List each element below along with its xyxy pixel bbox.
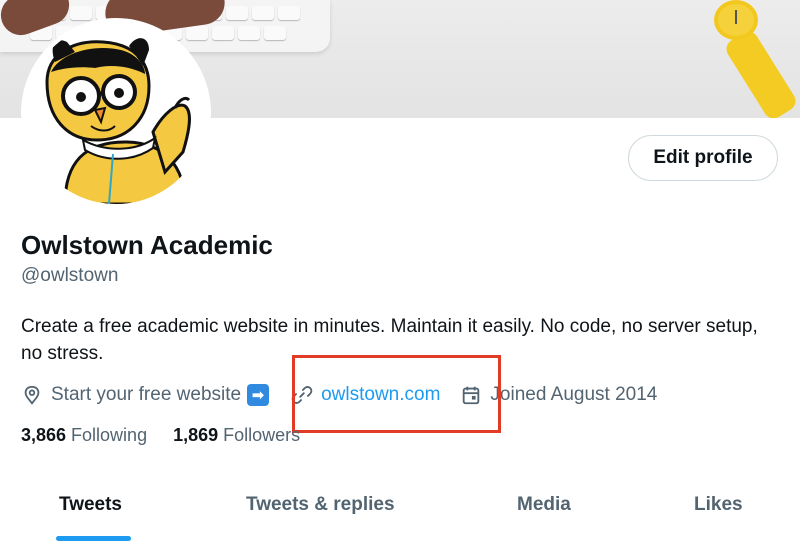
tab-tweets-replies[interactable]: Tweets & replies	[246, 494, 395, 516]
tab-tweets[interactable]: Tweets	[59, 494, 122, 516]
owl-mascot-icon	[45, 38, 191, 204]
following-count: 3,866	[21, 425, 67, 445]
followers-count: 1,869	[173, 425, 219, 445]
profile-display-name: Owlstown Academic	[21, 230, 273, 260]
following-label: Following	[71, 425, 148, 445]
profile-avatar[interactable]	[21, 18, 211, 208]
watch-graphic	[714, 0, 758, 40]
profile-stats: 3,866 Following 1,869 Followers	[21, 425, 300, 446]
tab-likes[interactable]: Likes	[694, 494, 743, 516]
profile-tabs: Tweets Tweets & replies Media Likes	[0, 480, 800, 542]
edit-profile-button[interactable]: Edit profile	[628, 135, 778, 181]
profile-location: Start your free website ➡	[21, 384, 270, 406]
profile-handle: @owlstown	[21, 265, 119, 286]
active-tab-indicator	[56, 536, 131, 541]
followers-stat[interactable]: 1,869 Followers	[173, 425, 300, 446]
tab-media[interactable]: Media	[517, 494, 571, 516]
right-arrow-emoji-icon: ➡	[247, 384, 270, 406]
profile-joined-text: Joined August 2014	[490, 384, 658, 405]
profile-location-text: Start your free website	[51, 384, 242, 405]
map-pin-icon	[21, 384, 43, 406]
website-highlight-box	[292, 355, 501, 433]
followers-label: Followers	[223, 425, 301, 445]
following-stat[interactable]: 3,866 Following	[21, 425, 147, 446]
watch-strap-graphic	[722, 27, 800, 118]
